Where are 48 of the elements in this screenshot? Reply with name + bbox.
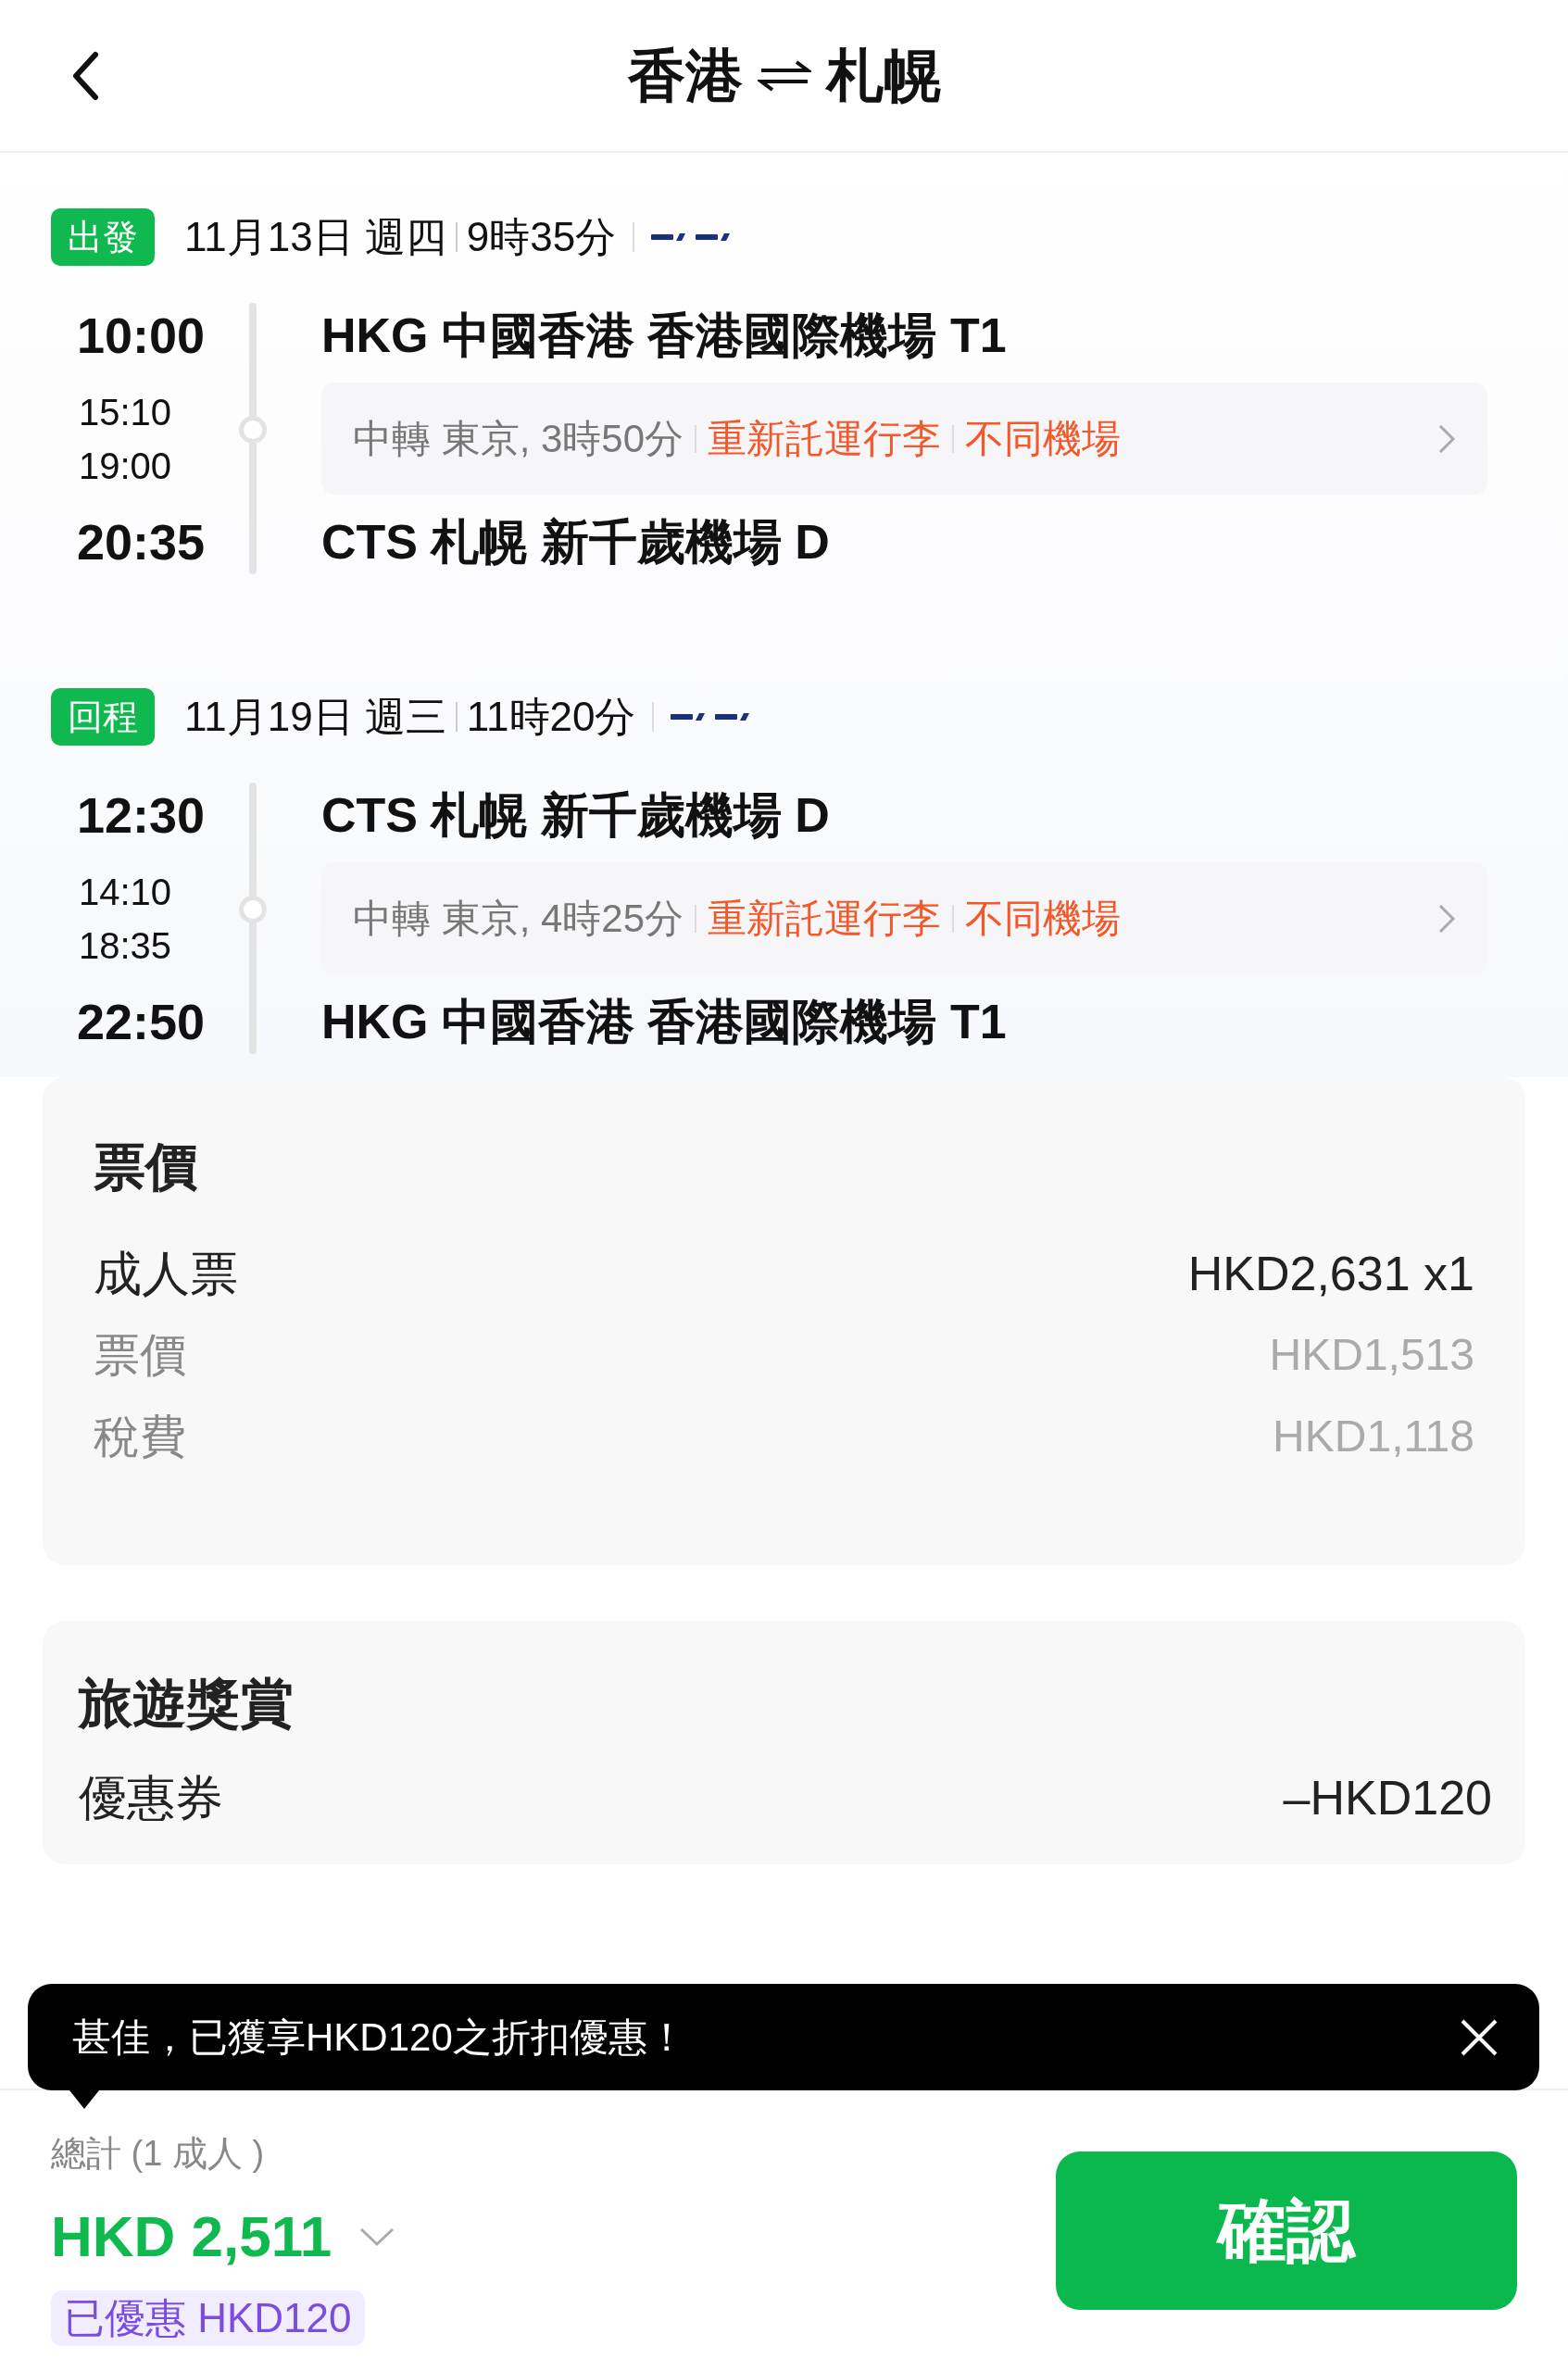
reward-label: 優惠券 [79, 1770, 223, 1826]
fare-amount: HKD1,513 [1269, 1329, 1474, 1381]
fare-label: 稅費 [94, 1409, 186, 1464]
trip-duration: 11時20分 [466, 693, 636, 741]
total-label: 總計 (1 成人 ) [51, 2133, 266, 2175]
close-icon [1460, 2017, 1499, 2057]
fare-amount: HKD1,118 [1273, 1411, 1474, 1462]
fare-label: 成人票 [94, 1246, 238, 1302]
departure-time: 10:00 [76, 306, 207, 365]
total-price: HKD 2,511 [51, 2203, 332, 2270]
arrival-time: 20:35 [76, 512, 207, 571]
reward-amount: –HKD120 [1283, 1770, 1492, 1826]
fare-amount: HKD2,631 x1 [1187, 1246, 1474, 1302]
destination-city: 札幌 [825, 43, 941, 109]
trip-date: 11月19日 週三 [184, 693, 446, 741]
departure-time: 12:30 [76, 785, 207, 845]
arrival-time: 22:50 [76, 992, 207, 1051]
trip-badge: 出發 [51, 208, 155, 266]
stop-time: 18:35 [79, 923, 173, 968]
stop-time: 19:00 [79, 444, 173, 488]
transfer-info[interactable]: 中轉 東京, 4時25分 重新託運行李 不同機場 [321, 862, 1487, 974]
departure-airport: CTS 札幌 新千歲機場 D [321, 787, 831, 844]
departure-airport: HKG 中國香港 香港國際機場 T1 [321, 307, 1008, 364]
rewards-title: 旅遊獎賞 [79, 1672, 295, 1735]
discount-badge: 已優惠 HKD120 [51, 2290, 365, 2346]
stop-time: 15:10 [79, 390, 173, 434]
transfer-warning: 不同機場 [965, 896, 1122, 942]
transfer-text: 中轉 東京, 3時50分 [353, 416, 684, 462]
fare-title: 票價 [94, 1136, 198, 1198]
transfer-info[interactable]: 中轉 東京, 3時50分 重新託運行李 不同機場 [321, 383, 1487, 495]
transfer-text: 中轉 東京, 4時25分 [353, 896, 684, 942]
arrival-airport: HKG 中國香港 香港國際機場 T1 [321, 994, 1008, 1050]
chevron-right-icon [1437, 902, 1456, 935]
confirm-button[interactable]: 確認 [1056, 2151, 1517, 2310]
origin-city: 香港 [627, 43, 743, 109]
chevron-down-icon [359, 2226, 395, 2247]
transfer-warning: 重新託運行李 [708, 416, 942, 462]
stop-time: 14:10 [79, 870, 173, 914]
trip-badge: 回程 [51, 688, 155, 746]
trip-date: 11月13日 週四 [184, 213, 446, 261]
transfer-warning: 重新託運行李 [708, 896, 942, 942]
chevron-right-icon [1437, 422, 1456, 455]
transfer-warning: 不同機場 [965, 416, 1122, 462]
back-icon [71, 50, 99, 101]
trip-duration: 9時35分 [466, 213, 617, 261]
fare-label: 票價 [94, 1327, 186, 1383]
arrival-airport: CTS 札幌 新千歲機場 D [321, 514, 831, 571]
toast-message: 甚佳，已獲享HKD120之折扣優惠！ [72, 2014, 686, 2061]
